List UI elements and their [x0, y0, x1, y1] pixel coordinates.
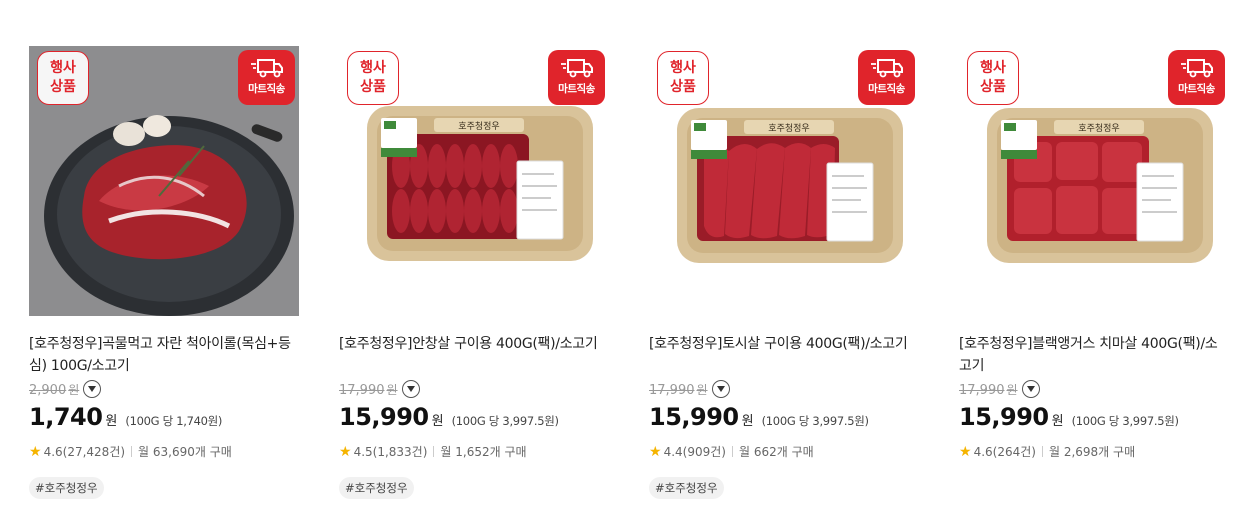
product-image[interactable]: 호주청정우 행사 상품 마트직송	[649, 46, 919, 316]
mart-delivery-label: 마트직송	[558, 83, 595, 95]
unit-price: (100G 당 3,997.5원)	[1071, 414, 1179, 428]
event-badge: 행사 상품	[37, 51, 89, 105]
event-badge-line1: 행사	[50, 60, 76, 76]
star-icon: ★	[339, 443, 352, 460]
chevron-down-icon	[88, 386, 97, 392]
star-icon: ★	[959, 443, 972, 460]
monthly-purchases: 월 662개 구매	[738, 445, 814, 459]
sale-price: 15,990	[649, 403, 739, 431]
svg-text:호주청정우: 호주청정우	[458, 121, 499, 132]
event-badge-line2: 상품	[360, 79, 386, 95]
monthly-purchases: 월 2,698개 구매	[1048, 445, 1136, 459]
price-currency: 원	[1051, 414, 1064, 429]
mart-delivery-badge: 마트직송	[1168, 50, 1225, 105]
unit-price: (100G 당 1,740원)	[125, 414, 223, 428]
product-card[interactable]: 호주청정우 행사 상품	[649, 46, 919, 499]
truck-icon	[560, 59, 593, 78]
product-image[interactable]: 호주청정우 행사 상품 마트직송	[339, 46, 609, 316]
sale-price: 15,990	[959, 403, 1049, 431]
unit-price: (100G 당 3,997.5원)	[451, 414, 559, 428]
product-card[interactable]: 행사 상품 마트직송 [호주청정우]곡물먹고 자란 척아이롤(목심+등심) 10…	[29, 46, 299, 499]
hashtag-chip[interactable]: #호주청정우	[339, 477, 414, 499]
product-title[interactable]: [호주청정우]안창살 구이용 400G(팩)/소고기	[339, 333, 609, 355]
sale-price: 1,740	[29, 403, 103, 431]
mart-delivery-label: 마트직송	[1178, 83, 1215, 95]
price-currency: 원	[741, 414, 754, 429]
product-image[interactable]: 호주청정우 행사 상품 마트직송	[959, 46, 1229, 316]
mart-delivery-badge: 마트직송	[238, 50, 295, 105]
monthly-purchases: 월 63,690개 구매	[138, 445, 232, 459]
rating: 4.5(1,833건)	[353, 445, 428, 459]
hashtag-chip[interactable]: #호주청정우	[29, 477, 104, 499]
product-grid: 행사 상품 마트직송 [호주청정우]곡물먹고 자란 척아이롤(목심+등심) 10…	[0, 0, 1245, 525]
product-image[interactable]: 행사 상품 마트직송	[29, 46, 299, 316]
mart-delivery-label: 마트직송	[868, 83, 905, 95]
svg-text:호주청정우: 호주청정우	[1078, 123, 1119, 134]
product-title[interactable]: [호주청정우]블랙앵거스 치마살 400G(팩)/소고기	[959, 333, 1229, 377]
event-badge: 행사 상품	[967, 51, 1019, 105]
price-currency: 원	[105, 414, 118, 429]
rating: 4.4(909건)	[663, 445, 726, 459]
price-info-button[interactable]	[401, 380, 420, 398]
chevron-down-icon	[716, 386, 725, 392]
event-badge-line1: 행사	[670, 60, 696, 76]
mart-delivery-badge: 마트직송	[858, 50, 915, 105]
divider	[1041, 446, 1043, 457]
original-price: 17,990 원	[649, 382, 708, 398]
chevron-down-icon	[406, 386, 415, 392]
event-badge-line2: 상품	[50, 79, 76, 95]
divider	[731, 446, 733, 457]
price-currency: 원	[431, 414, 444, 429]
event-badge: 행사 상품	[657, 51, 709, 105]
event-badge-line2: 상품	[980, 79, 1006, 95]
original-price: 17,990 원	[339, 382, 398, 398]
truck-icon	[250, 59, 283, 78]
event-badge-line2: 상품	[670, 79, 696, 95]
hashtag-chip[interactable]: #호주청정우	[649, 477, 724, 499]
chevron-down-icon	[1026, 386, 1035, 392]
rating: 4.6(27,428건)	[43, 445, 126, 459]
product-title[interactable]: [호주청정우]토시살 구이용 400G(팩)/소고기	[649, 333, 919, 355]
price-info-button[interactable]	[711, 380, 730, 398]
event-badge-line1: 행사	[980, 60, 1006, 76]
mart-delivery-badge: 마트직송	[548, 50, 605, 105]
star-icon: ★	[29, 443, 42, 460]
mart-delivery-label: 마트직송	[248, 83, 285, 95]
price-info-button[interactable]	[83, 380, 102, 398]
price-info-button[interactable]	[1021, 380, 1040, 398]
event-badge: 행사 상품	[347, 51, 399, 105]
truck-icon	[870, 59, 903, 78]
divider	[131, 446, 133, 457]
product-card[interactable]: 호주청정우 행사 상품	[959, 46, 1229, 460]
sale-price: 15,990	[339, 403, 429, 431]
unit-price: (100G 당 3,997.5원)	[761, 414, 869, 428]
svg-text:호주청정우: 호주청정우	[768, 123, 809, 134]
monthly-purchases: 월 1,652개 구매	[440, 445, 527, 459]
original-price: 2,900 원	[29, 382, 80, 398]
original-price: 17,990 원	[959, 382, 1018, 398]
divider	[433, 446, 435, 457]
star-icon: ★	[649, 443, 662, 460]
product-title[interactable]: [호주청정우]곡물먹고 자란 척아이롤(목심+등심) 100G/소고기	[29, 333, 299, 377]
truck-icon	[1180, 59, 1213, 78]
event-badge-line1: 행사	[360, 60, 386, 76]
rating: 4.6(264건)	[973, 445, 1036, 459]
product-card[interactable]: 호주청정우 행사 상품 마트직송 [호주청정우]안창살 구이용 400G(팩)/…	[339, 46, 609, 499]
